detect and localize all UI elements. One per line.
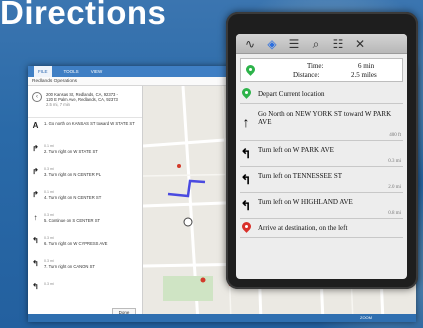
list-item[interactable]: ↰ 0.3 mi 6. Turn right on W CYPRESS AVE (28, 233, 142, 256)
step-text: 4. Turn right on N CENTER ST (44, 195, 102, 200)
step-text: 2. Turn right on W STATE ST (44, 149, 98, 154)
mobile-device: ∿ ◈ ☰ ⌕ ☷ ✕ Time: 6 min Distance: 2.5 mi… (226, 12, 418, 289)
ribbon-tab-view[interactable]: VIEW (91, 69, 103, 74)
turn-left-icon: ↰ (240, 172, 252, 187)
list-item[interactable]: A 1. Go north on KANSAS ST toward W STAT… (28, 118, 142, 141)
direction-text: Turn left on W HIGHLAND AVE (258, 198, 353, 207)
direction-text: Depart Current location (258, 89, 325, 98)
step-text: 5. Continue on S CENTER ST (44, 218, 101, 223)
ribbon-tab-file[interactable]: FILE (34, 66, 52, 77)
back-button[interactable]: ‹ (32, 92, 42, 102)
direction-item[interactable]: ↰ Turn left on W PARK AVE 0.3 mi (236, 141, 407, 166)
time-value: 6 min (358, 62, 375, 70)
status-bar: ZOOM (28, 314, 416, 322)
sliders-icon[interactable]: ☷ (330, 37, 346, 51)
zoom-label[interactable]: ZOOM (360, 315, 372, 320)
route-summary: Time: 6 min Distance: 2.5 miles (240, 58, 403, 82)
turn-icon: ↰ (32, 236, 39, 245)
list-icon[interactable]: ☰ (286, 37, 302, 51)
straight-icon: ↑ (33, 213, 38, 222)
map-point (177, 164, 181, 168)
direction-text: Arrive at destination, on the left (258, 223, 348, 232)
start-marker-icon: A (32, 121, 39, 130)
step-text: 6. Turn right on W CYPRESS AVE (44, 241, 108, 246)
start-marker-icon (183, 217, 193, 227)
direction-text: Turn left on TENNESSEE ST (258, 172, 343, 181)
turn-left-icon: ↰ (240, 146, 252, 161)
turn-icon: ↰ (32, 282, 39, 291)
start-pin-icon (244, 63, 257, 77)
direction-item[interactable]: Depart Current location (236, 85, 407, 103)
phone-screen: ∿ ◈ ☰ ⌕ ☷ ✕ Time: 6 min Distance: 2.5 mi… (236, 34, 407, 279)
locate-icon[interactable]: ◈ (264, 37, 280, 51)
green-pin-icon (239, 86, 253, 100)
arrow-up-icon: ↑ (242, 114, 250, 130)
map-point (200, 277, 206, 283)
time-label: Time: (307, 62, 324, 70)
distance-label: Distance: (293, 71, 320, 79)
route-icon[interactable]: ∿ (242, 37, 258, 51)
direction-distance: 2.0 mi (388, 185, 401, 190)
direction-text: Go North on NEW YORK ST toward W PARK AV… (258, 109, 392, 127)
red-pin-icon (239, 220, 253, 234)
direction-item[interactable]: ↰ Turn left on TENNESSEE ST 2.0 mi (236, 167, 407, 192)
list-item[interactable]: ↰ 0.3 mi (28, 279, 142, 302)
turn-right-icon: ↱ (32, 144, 39, 153)
step-text: 7. Turn right on CANON ST (44, 264, 95, 269)
direction-text: Turn left on W PARK AVE (258, 146, 334, 155)
route-addresses: ‹ 200 Kansas St, Redlands, CA, 92373 - 1… (28, 86, 142, 118)
direction-distance: 400 ft (389, 133, 401, 138)
slide-title: Directions (0, 0, 167, 31)
list-item[interactable]: ↰ 0.3 mi 7. Turn right on CANON ST (28, 256, 142, 279)
list-item[interactable]: ↱ 0.1 mi 2. Turn right on W STATE ST (28, 141, 142, 164)
direction-distance: 0.8 mi (388, 211, 401, 216)
directions-panel: ‹ 200 Kansas St, Redlands, CA, 92373 - 1… (28, 86, 143, 322)
distance-value: 2.5 miles (351, 71, 377, 79)
search-icon[interactable]: ⌕ (308, 37, 324, 51)
turn-right-icon: ↱ (32, 167, 39, 176)
step-text: 1. Go north on KANSAS ST toward W STATE … (44, 121, 135, 126)
step-text: 3. Turn right on N CENTER PL (44, 172, 102, 177)
list-item[interactable]: ↱ 0.3 mi 3. Turn right on N CENTER PL (28, 164, 142, 187)
tools-icon[interactable]: ✕ (352, 37, 368, 51)
phone-toolbar: ∿ ◈ ☰ ⌕ ☷ ✕ (236, 34, 407, 54)
ribbon-tab-tools[interactable]: TOOLS (64, 69, 79, 74)
list-item[interactable]: ↑ 0.3 mi 5. Continue on S CENTER ST (28, 210, 142, 233)
divider (240, 237, 403, 238)
turn-right-icon: ↱ (32, 190, 39, 199)
turn-icon: ↰ (32, 259, 39, 268)
direction-distance: 0.3 mi (388, 159, 401, 164)
list-item[interactable]: ↱ 0.1 mi 4. Turn right on N CENTER ST (28, 187, 142, 210)
direction-item[interactable]: ↑ Go North on NEW YORK ST toward W PARK … (236, 104, 407, 140)
direction-item[interactable]: Arrive at destination, on the left (236, 219, 407, 237)
direction-item[interactable]: ↰ Turn left on W HIGHLAND AVE 0.8 mi (236, 193, 407, 218)
route-meta: 2.5 mi, 7 min (46, 102, 70, 108)
turn-left-icon: ↰ (240, 198, 252, 213)
